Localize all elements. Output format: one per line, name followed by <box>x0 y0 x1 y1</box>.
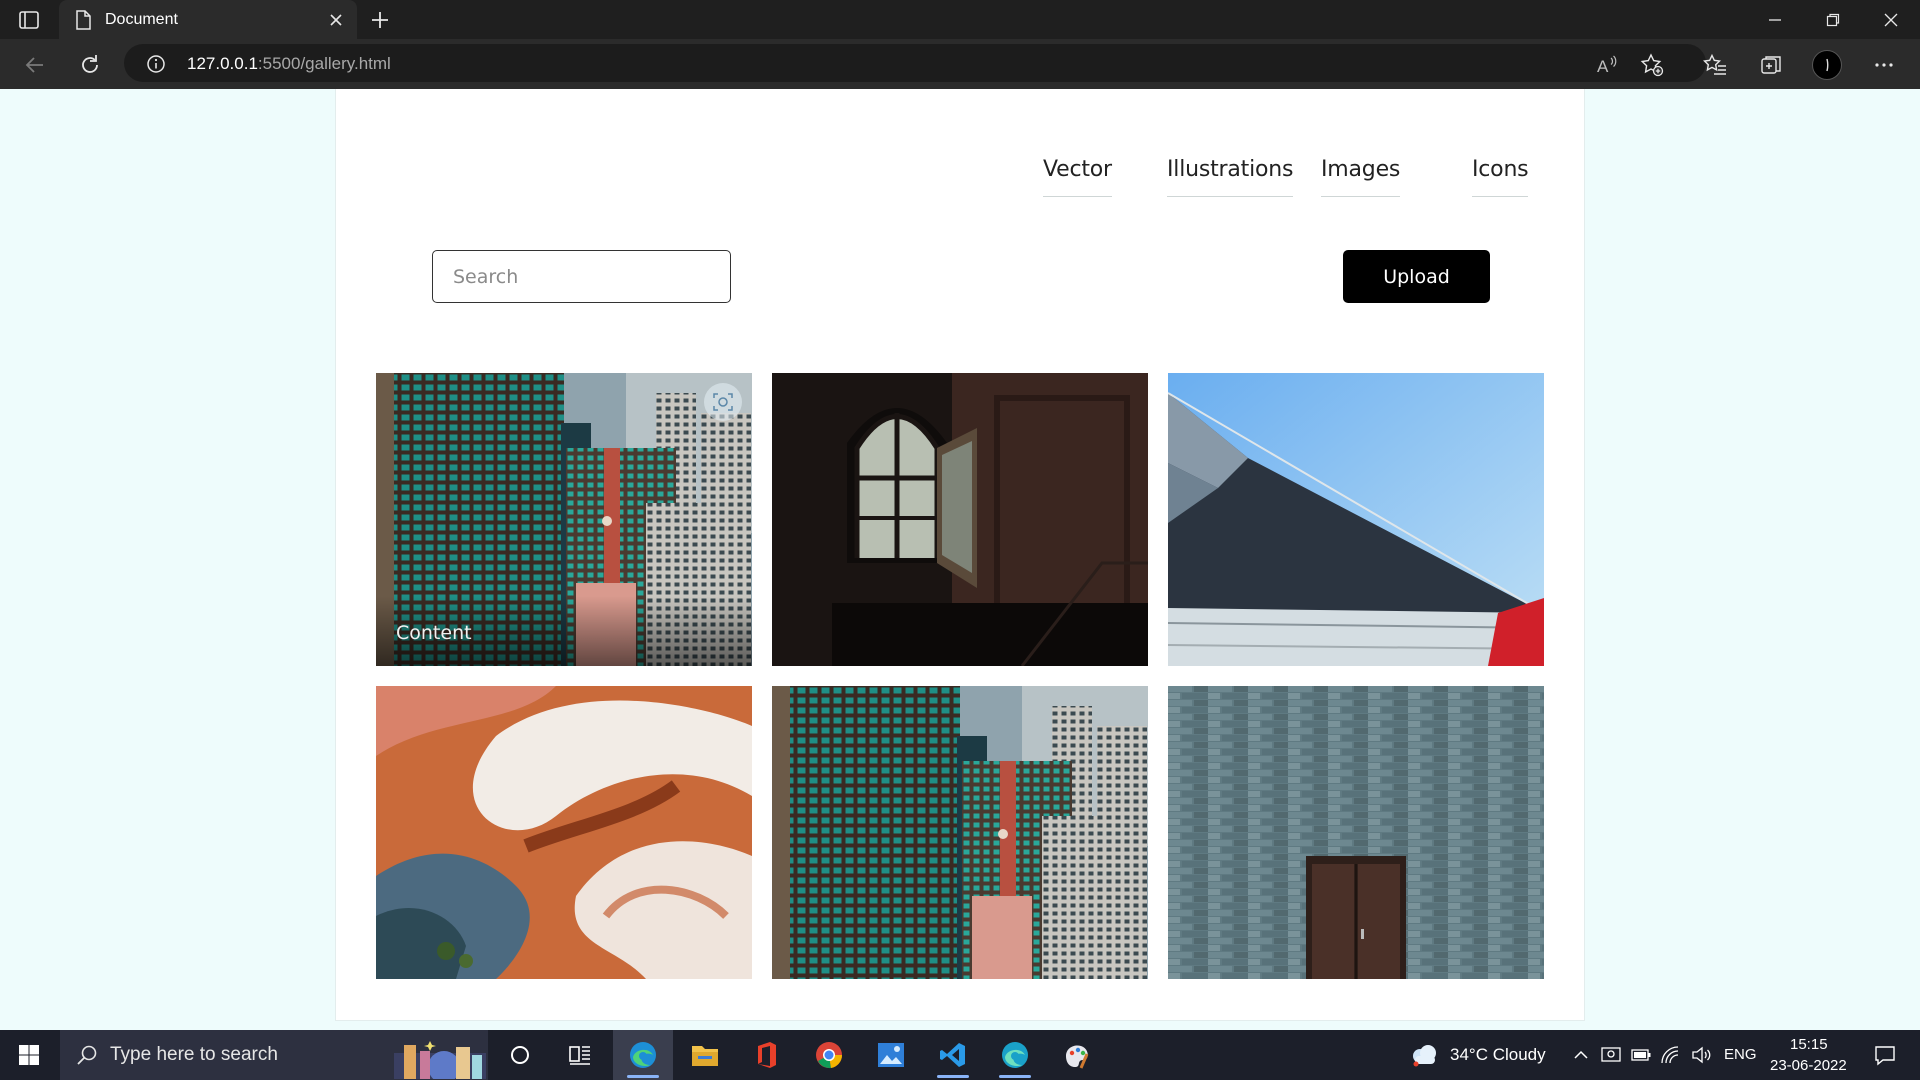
more-options-icon[interactable] <box>1871 52 1897 78</box>
svg-text:A: A <box>1597 57 1609 76</box>
site-info-icon[interactable] <box>146 54 166 74</box>
taskbar-search-box[interactable]: Type here to search <box>60 1030 488 1080</box>
upload-button[interactable]: Upload <box>1343 250 1490 303</box>
task-view-icon[interactable] <box>550 1030 610 1080</box>
taskbar-search-placeholder: Type here to search <box>110 1044 278 1065</box>
gallery-image-roof <box>1168 373 1544 666</box>
collections-icon[interactable] <box>1758 52 1784 78</box>
gallery-image-towers <box>772 686 1148 979</box>
language-indicator[interactable]: ENG <box>1724 1046 1757 1063</box>
edge-taskbar-icon[interactable] <box>613 1030 673 1080</box>
refresh-icon[interactable] <box>77 52 103 78</box>
clock-date[interactable]: 23-06-2022 <box>1770 1057 1847 1074</box>
weather-text[interactable]: 34°C Cloudy <box>1450 1045 1546 1065</box>
tab-actions-icon[interactable] <box>18 9 40 31</box>
profile-avatar[interactable] <box>1812 50 1842 80</box>
nav-link-icons[interactable]: Icons <box>1472 157 1529 197</box>
gallery-image-window <box>772 373 1148 666</box>
gallery-card[interactable] <box>1168 373 1544 666</box>
cortana-icon[interactable] <box>490 1030 550 1080</box>
weather-cloud-icon[interactable] <box>1404 1030 1444 1080</box>
url-host: 127.0.0.1 <box>187 54 258 73</box>
restore-icon[interactable] <box>1804 0 1862 39</box>
paint-icon[interactable] <box>1047 1030 1107 1080</box>
gallery-page: Vector Illustrations Images Icons Upload <box>335 89 1585 1021</box>
card-caption: Content <box>396 622 472 644</box>
chevron-up-icon[interactable] <box>1569 1030 1593 1080</box>
vscode-icon[interactable] <box>923 1030 983 1080</box>
search-icon <box>76 1044 98 1066</box>
url-field[interactable]: 127.0.0.1:5500/gallery.html <box>124 44 1706 82</box>
wifi-icon[interactable] <box>1657 1030 1683 1080</box>
document-icon <box>74 10 92 30</box>
notifications-icon[interactable] <box>1860 1030 1910 1080</box>
browser-tab-bar: Document <box>0 0 1920 39</box>
gallery-image-wall <box>1168 686 1544 979</box>
close-tab-icon[interactable] <box>325 9 347 31</box>
minimize-icon[interactable] <box>1746 0 1804 39</box>
add-favorite-icon[interactable] <box>1639 52 1665 78</box>
search-input[interactable] <box>432 250 731 303</box>
volume-icon[interactable] <box>1688 1030 1714 1080</box>
os-taskbar: Type here to search 34°C Cloudy ENG 15:1… <box>0 1030 1920 1080</box>
tab-title: Document <box>105 11 178 28</box>
gallery-image-aerial <box>376 686 752 979</box>
edge-dev-icon[interactable] <box>985 1030 1045 1080</box>
windows-start-icon[interactable] <box>0 1030 58 1080</box>
close-window-icon[interactable] <box>1862 0 1920 39</box>
gallery-card[interactable] <box>772 373 1148 666</box>
visual-search-icon[interactable] <box>704 383 742 421</box>
url-text: 127.0.0.1:5500/gallery.html <box>187 54 391 74</box>
gallery-card[interactable] <box>1168 686 1544 979</box>
gallery-card[interactable]: Content <box>376 373 752 666</box>
new-tab-icon[interactable] <box>368 8 392 32</box>
gallery-card[interactable] <box>772 686 1148 979</box>
office-icon[interactable] <box>737 1030 797 1080</box>
read-aloud-icon[interactable]: A <box>1594 52 1620 78</box>
nav-link-illustrations[interactable]: Illustrations <box>1167 157 1293 197</box>
clock-time[interactable]: 15:15 <box>1790 1036 1828 1053</box>
file-explorer-icon[interactable] <box>675 1030 735 1080</box>
search-highlight-illustration <box>394 1035 486 1080</box>
nav-link-vector[interactable]: Vector <box>1043 157 1112 197</box>
nav-link-images[interactable]: Images <box>1321 157 1400 197</box>
gallery-card[interactable] <box>376 686 752 979</box>
address-bar-row: 127.0.0.1:5500/gallery.html A <box>0 39 1920 89</box>
meet-now-icon[interactable] <box>1598 1030 1624 1080</box>
back-arrow-icon[interactable] <box>22 52 48 78</box>
photos-icon[interactable] <box>861 1030 921 1080</box>
chrome-icon[interactable] <box>799 1030 859 1080</box>
battery-icon[interactable] <box>1628 1030 1654 1080</box>
url-path: :5500/gallery.html <box>257 54 391 73</box>
browser-tab[interactable]: Document <box>59 0 357 39</box>
favorites-icon[interactable] <box>1702 52 1728 78</box>
